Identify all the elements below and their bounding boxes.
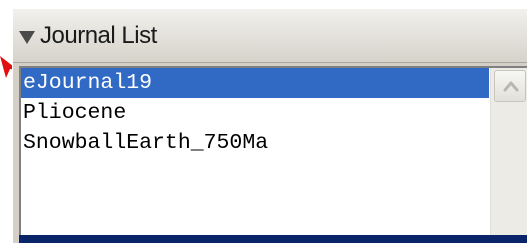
list-item-label: SnowballEarth_750Ma xyxy=(23,131,269,155)
panel-title: Journal List xyxy=(40,22,157,49)
journal-list-items: eJournal19 Pliocene SnowballEarth_750Ma xyxy=(21,68,489,235)
list-item-snowballearth-750ma[interactable]: SnowballEarth_750Ma xyxy=(21,128,489,158)
list-item-label: Pliocene xyxy=(23,101,127,125)
list-item-label: eJournal19 xyxy=(23,71,153,95)
bottom-edge-bar xyxy=(19,235,527,243)
scroll-up-button[interactable] xyxy=(494,70,526,102)
journal-listbox[interactable]: eJournal19 Pliocene SnowballEarth_750Ma xyxy=(19,66,527,235)
screenshot-stage: Journal List eJournal19 Pliocene Snowbal… xyxy=(0,0,527,243)
chevron-up-icon xyxy=(503,81,519,92)
list-item-ejournal19[interactable]: eJournal19 xyxy=(21,68,489,98)
journal-list-panel: Journal List eJournal19 Pliocene Snowbal… xyxy=(12,8,527,243)
panel-header[interactable]: Journal List xyxy=(13,9,527,63)
triangle-down-icon[interactable] xyxy=(19,31,35,44)
vertical-scrollbar[interactable] xyxy=(490,68,527,235)
list-item-pliocene[interactable]: Pliocene xyxy=(21,98,489,128)
